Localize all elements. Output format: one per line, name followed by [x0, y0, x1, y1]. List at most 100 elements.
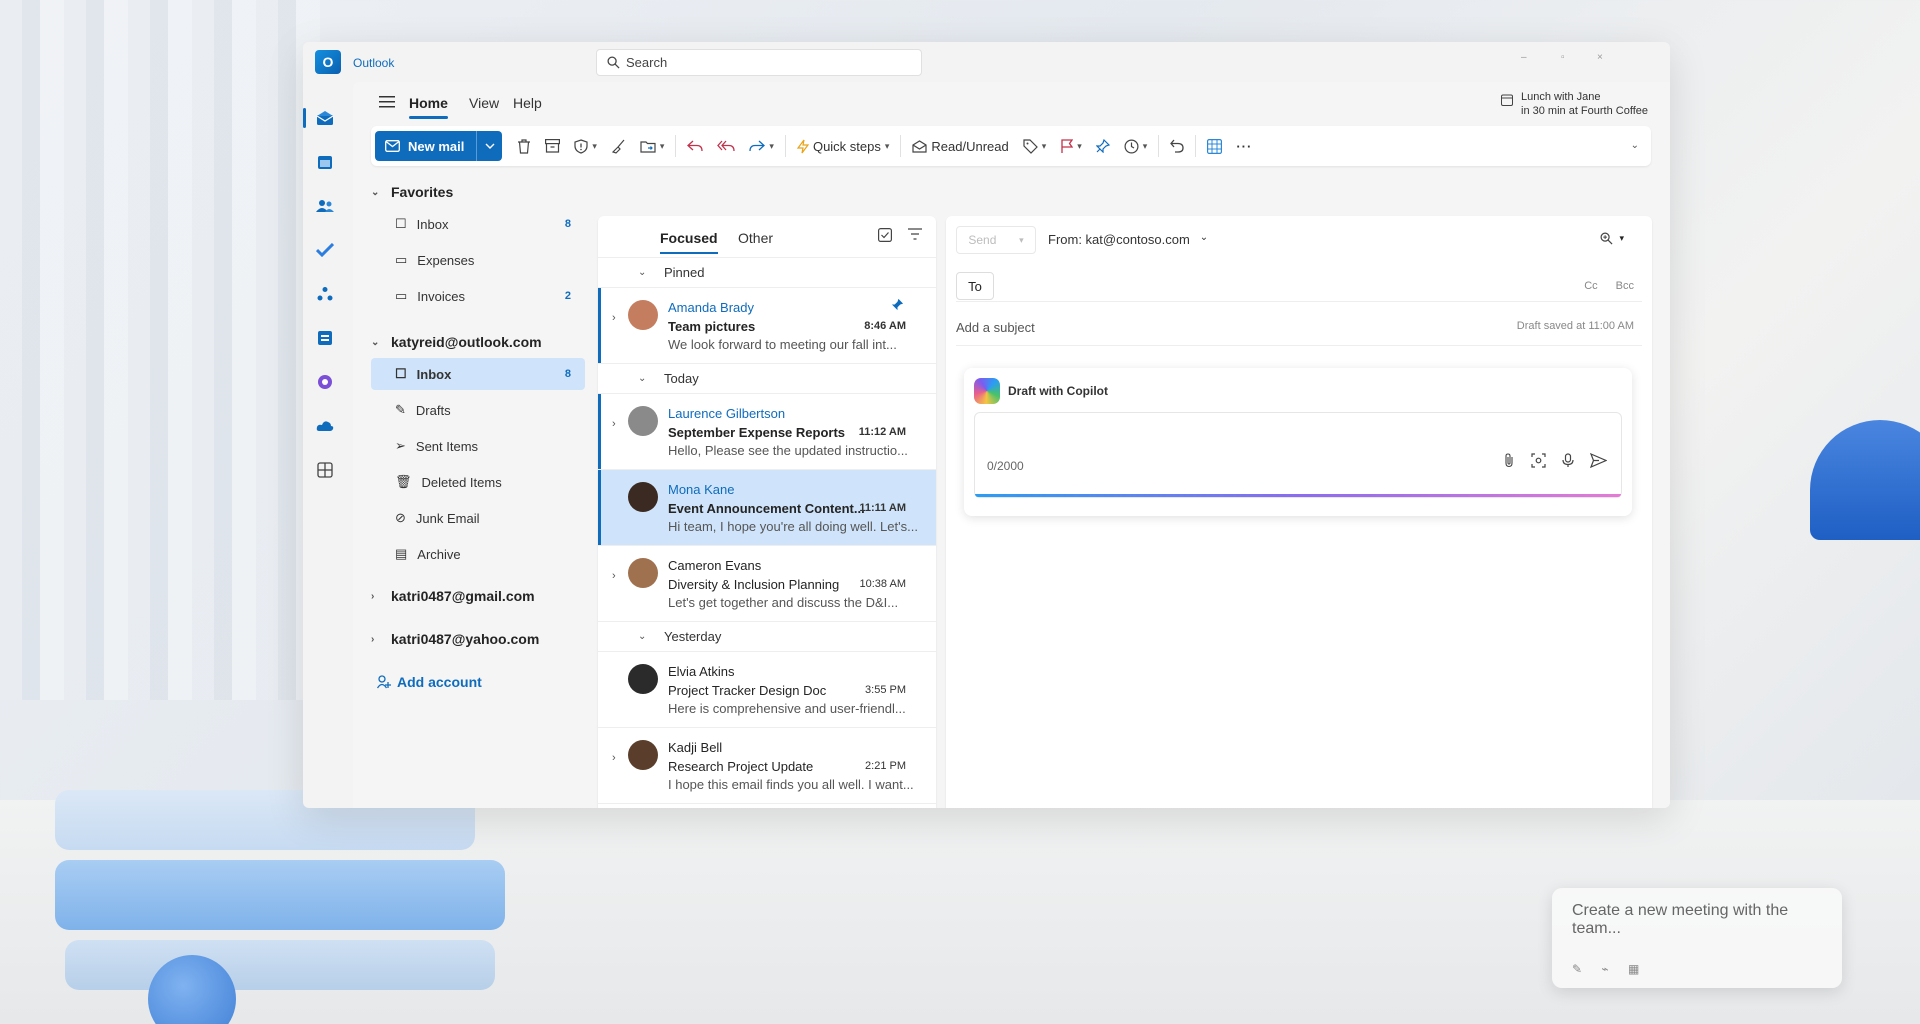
outlook-window: O Outlook Search – ▫ × Home View Help Lu…: [303, 42, 1670, 808]
viva-app-icon[interactable]: [311, 368, 339, 396]
forward-button[interactable]: ▾: [742, 131, 781, 161]
cc-button[interactable]: Cc: [1584, 280, 1597, 292]
folder-deleted-items[interactable]: 🗑︎ Deleted Items: [371, 466, 585, 498]
group-header-yesterday[interactable]: ⌄ Yesterday: [598, 622, 936, 652]
calendar-app-icon[interactable]: [311, 148, 339, 176]
tab-other[interactable]: Other: [738, 230, 773, 246]
tab-view[interactable]: View: [469, 95, 499, 111]
screenshot-icon[interactable]: [1531, 453, 1546, 468]
onedrive-app-icon[interactable]: [311, 412, 339, 440]
pin-button[interactable]: [1089, 131, 1117, 161]
reminder-notification[interactable]: Lunch with Jane in 30 min at Fourth Coff…: [1501, 90, 1648, 118]
microphone-icon[interactable]: [1562, 453, 1574, 468]
favorite-invoices[interactable]: ▭ Invoices 2: [371, 280, 585, 312]
message-item[interactable]: Mona Kane Event Announcement Content... …: [598, 470, 936, 546]
message-item[interactable]: › Amanda Brady Team pictures 8:46 AM We …: [598, 288, 936, 364]
quick-steps-button[interactable]: Quick steps ▾: [790, 131, 896, 161]
reply-button[interactable]: [680, 131, 710, 161]
avatar: [628, 558, 658, 588]
send-prompt-icon[interactable]: [1590, 453, 1607, 468]
delete-button[interactable]: [510, 131, 538, 161]
attach-icon[interactable]: [1503, 453, 1515, 468]
message-item[interactable]: › Cameron Evans Diversity & Inclusion Pl…: [598, 546, 936, 622]
folder-icon: ▭: [395, 252, 408, 267]
folder-archive[interactable]: ▤ Archive: [371, 538, 585, 570]
title-bar: O Outlook Search – ▫ ×: [303, 42, 1670, 82]
zoom-button[interactable]: ▾: [1600, 232, 1624, 245]
more-options-button[interactable]: ···: [1229, 131, 1259, 161]
message-item[interactable]: Elvia Atkins Project Tracker Design Doc …: [598, 652, 936, 728]
chevron-right-icon[interactable]: ›: [612, 570, 616, 582]
mail-app-icon[interactable]: [303, 104, 339, 132]
folder-icon: ▭: [395, 288, 408, 303]
favorite-expenses[interactable]: ▭ Expenses: [371, 244, 585, 276]
ribbon-divider: [784, 135, 786, 157]
todo-app-icon[interactable]: [311, 236, 339, 264]
maximize-button[interactable]: ▫: [1561, 52, 1565, 63]
new-mail-button[interactable]: New mail: [375, 131, 477, 161]
search-input[interactable]: Search: [596, 49, 922, 76]
chevron-right-icon[interactable]: ›: [612, 752, 616, 764]
ribbon-toolbar: New mail ▾ ▾ ▾ Quick steps ▾ Read/Unread…: [371, 126, 1651, 166]
new-mail-dropdown-button[interactable]: [476, 131, 503, 161]
filter-icon[interactable]: [908, 228, 922, 240]
pin-icon[interactable]: [891, 298, 904, 311]
chevron-down-icon: ▾: [769, 140, 774, 151]
tab-home[interactable]: Home: [409, 95, 448, 119]
flag-icon: [1061, 138, 1074, 153]
message-item[interactable]: › Kadji Bell Research Project Update 2:2…: [598, 728, 936, 804]
account-header-yahoo[interactable]: › katri0487@yahoo.com: [371, 631, 539, 647]
chevron-right-icon[interactable]: ›: [612, 418, 616, 430]
favorites-header[interactable]: ⌄ Favorites: [371, 184, 453, 200]
flag-button[interactable]: ▾: [1053, 131, 1089, 161]
apps-button[interactable]: [1200, 131, 1229, 161]
archive-icon: ▤: [395, 546, 408, 561]
close-button[interactable]: ×: [1597, 52, 1603, 63]
to-field[interactable]: To Cc Bcc: [956, 272, 1642, 302]
group-header-today[interactable]: ⌄ Today: [598, 364, 936, 394]
folder-label: Invoices: [417, 288, 465, 304]
group-header-pinned[interactable]: ⌄ Pinned: [598, 258, 936, 288]
junk-icon: ⊘: [395, 510, 406, 525]
folder-junk-email[interactable]: ⊘ Junk Email: [371, 502, 585, 534]
to-button[interactable]: To: [956, 272, 994, 300]
from-selector[interactable]: From: kat@contoso.com ⌄: [1048, 232, 1208, 247]
reply-all-button[interactable]: [710, 131, 742, 161]
tab-focused[interactable]: Focused: [660, 230, 718, 254]
message-item[interactable]: › Laurence Gilbertson September Expense …: [598, 394, 936, 470]
folder-label: Junk Email: [415, 510, 480, 526]
org-app-icon[interactable]: [311, 280, 339, 308]
folder-sent-items[interactable]: ➢ Sent Items: [371, 430, 585, 462]
bcc-button[interactable]: Bcc: [1616, 280, 1634, 292]
minimize-button[interactable]: –: [1521, 52, 1527, 63]
subject-field[interactable]: Add a subject Draft saved at 11:00 AM: [956, 316, 1642, 346]
chevron-down-icon: ▾: [1142, 140, 1148, 151]
move-to-button[interactable]: ▾: [633, 131, 672, 161]
copilot-prompt-input[interactable]: 0/2000: [974, 412, 1622, 498]
add-account-link[interactable]: Add account: [377, 674, 482, 690]
select-checkbox-icon[interactable]: [878, 228, 892, 242]
folder-drafts[interactable]: ✎ Drafts: [371, 394, 585, 426]
folder-inbox[interactable]: ☐ Inbox 8: [371, 358, 585, 390]
send-button[interactable]: Send ▾: [956, 226, 1036, 254]
categorize-button[interactable]: ▾: [1016, 131, 1054, 161]
ribbon-expand-chevron-icon[interactable]: ⌄: [1631, 140, 1639, 151]
account-header-gmail[interactable]: › katri0487@gmail.com: [371, 588, 535, 604]
tab-help[interactable]: Help: [513, 95, 542, 111]
favorite-inbox[interactable]: ☐ Inbox 8: [371, 208, 585, 240]
undo-button[interactable]: [1163, 131, 1191, 161]
more-apps-icon[interactable]: [311, 456, 339, 484]
people-app-icon[interactable]: [311, 192, 339, 220]
message-subject: Team pictures: [668, 319, 756, 334]
message-list: Focused Other ⌄ Pinned › Amanda Brady Te…: [598, 216, 936, 808]
account-header-outlook[interactable]: ⌄ katyreid@outlook.com: [371, 334, 542, 350]
unread-count-badge: 2: [564, 290, 571, 302]
read-unread-button[interactable]: Read/Unread: [905, 131, 1015, 161]
bookings-app-icon[interactable]: [311, 324, 339, 352]
hamburger-menu-icon[interactable]: [379, 96, 395, 108]
chevron-right-icon[interactable]: ›: [612, 312, 616, 324]
sweep-button[interactable]: [604, 131, 633, 161]
report-button[interactable]: ▾: [567, 131, 604, 161]
snooze-button[interactable]: ▾: [1117, 131, 1155, 161]
archive-button[interactable]: [538, 131, 567, 161]
